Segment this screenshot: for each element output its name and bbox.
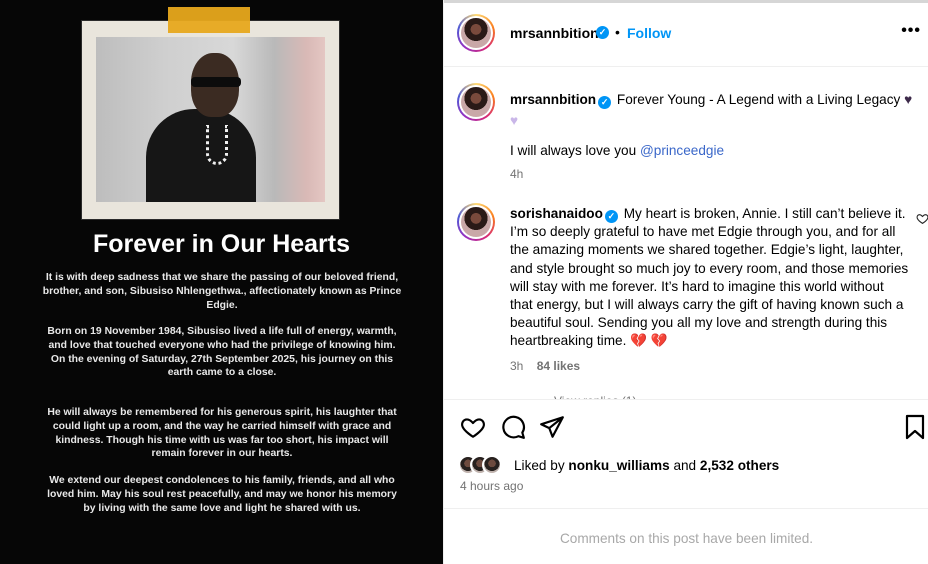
memorial-paragraph: He will always be remembered for his gen… [47, 407, 397, 460]
commenter-avatar[interactable] [457, 203, 495, 241]
post-header: mrsannbition ✓ • Follow ••• [444, 14, 928, 52]
comment-body: My heart is broken, Annie. I still can’t… [510, 206, 909, 349]
caption-body: Forever Young - A Legend with a Living L… [616, 92, 901, 107]
caption-line-2: I will always love you @princeedgie [510, 143, 724, 158]
caption-text: mrsannbition ✓ Forever Young - A Legend w… [510, 89, 922, 131]
comment-heart-icon[interactable] [916, 212, 928, 225]
top-rule [444, 0, 928, 3]
view-replies-link[interactable]: View replies (1) [554, 392, 636, 399]
portrait-photo [96, 37, 325, 202]
comments-limited-note: Comments on this post have been limited. [559, 531, 814, 546]
sunglasses-shape [191, 77, 241, 87]
memorial-paragraph: It is with deep sadness that we share th… [42, 272, 402, 311]
footer-divider [444, 508, 928, 509]
liked-by-text: Liked by nonku_williams and 2,532 others [514, 458, 779, 473]
post-timestamp[interactable]: 4 hours ago [460, 479, 523, 493]
bookmark-icon[interactable] [904, 414, 926, 440]
liked-by-and: and [673, 458, 697, 473]
author-username[interactable]: mrsannbition [510, 25, 599, 41]
memorial-paragraph: We extend our deepest condolences to his… [47, 475, 397, 514]
memorial-photo [82, 21, 339, 219]
follow-button[interactable]: Follow [627, 25, 671, 41]
separator-dot: • [615, 24, 620, 40]
caption-avatar[interactable] [457, 83, 495, 121]
liked-by-others[interactable]: 2,532 others [700, 458, 779, 473]
person-body-shape [146, 109, 256, 202]
light-purple-heart-icon: ♥ [510, 113, 519, 128]
comment-likes[interactable]: 84 likes [537, 359, 580, 373]
header-divider [444, 66, 928, 67]
author-avatar[interactable] [457, 14, 495, 52]
post-image[interactable]: Forever in Our Hearts It is with deep sa… [0, 0, 443, 564]
more-horizontal-icon[interactable]: ••• [901, 22, 921, 40]
broken-heart-icon: 💔 💔 [630, 333, 668, 349]
heart-icon[interactable] [460, 414, 486, 440]
actions-divider [444, 399, 928, 400]
black-heart-icon: ♥ [904, 92, 913, 107]
comment-meta: 3h 84 likes [510, 359, 580, 373]
comment-timestamp[interactable]: 3h [510, 359, 523, 373]
liked-by-prefix: Liked by [514, 458, 565, 473]
caption-username[interactable]: mrsannbition [510, 92, 596, 107]
mention-link[interactable]: @princeedgie [640, 143, 724, 158]
comment-text: sorishanaidoo ✓ My heart is broken, Annie… [510, 205, 910, 351]
pearl-chain-shape [206, 125, 228, 165]
send-icon[interactable] [539, 414, 565, 440]
caption-timestamp[interactable]: 4h [510, 167, 523, 181]
tape-decoration [168, 7, 250, 33]
likes-summary: Liked by nonku_williams and 2,532 others [458, 455, 918, 475]
liker-avatar[interactable] [482, 455, 502, 475]
memorial-paragraph: Born on 19 November 1984, Sibusiso lived… [47, 326, 397, 379]
memorial-title: Forever in Our Hearts [92, 230, 351, 258]
caption-line-2-text: I will always love you [510, 143, 637, 158]
verified-badge-icon: ✓ [596, 26, 609, 39]
comment-bubble-icon[interactable] [500, 414, 526, 440]
post-side-panel: mrsannbition ✓ • Follow ••• mrsannbition… [443, 0, 928, 564]
commenter-username[interactable]: sorishanaidoo [510, 206, 603, 221]
verified-badge-icon: ✓ [604, 210, 618, 223]
liked-by-user[interactable]: nonku_williams [568, 458, 669, 473]
verified-badge-icon: ✓ [598, 96, 612, 109]
